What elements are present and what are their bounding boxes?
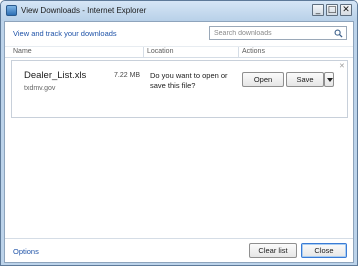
title-bar[interactable]: View Downloads - Internet Explorer _ □ ✕ <box>1 1 357 21</box>
download-item[interactable]: Dealer_List.xls 7.22 MB txdmv.gov Do you… <box>11 60 348 118</box>
clear-list-button[interactable]: Clear list <box>249 243 297 258</box>
search-input[interactable] <box>210 27 328 39</box>
options-link[interactable]: Options <box>13 247 39 256</box>
maximize-button[interactable]: □ <box>326 4 338 16</box>
download-prompt: Do you want to open or save this file? <box>150 71 228 90</box>
column-actions[interactable]: Actions <box>242 48 265 55</box>
ie-download-window: View Downloads - Internet Explorer _ □ ✕… <box>0 0 358 266</box>
open-button[interactable]: Open <box>242 72 284 87</box>
column-location[interactable]: Location <box>147 48 173 55</box>
download-source: txdmv.gov <box>24 85 56 92</box>
window-title: View Downloads - Internet Explorer <box>21 6 147 15</box>
close-button[interactable]: Close <box>301 243 347 258</box>
column-name[interactable]: Name <box>13 48 32 55</box>
column-header: Name Location Actions <box>5 46 353 58</box>
downloads-panel: View and track your downloads Name Locat… <box>4 21 354 263</box>
save-button[interactable]: Save <box>286 72 324 87</box>
download-size: 7.22 MB <box>114 72 141 79</box>
column-divider <box>238 47 239 58</box>
close-window-button[interactable]: ✕ <box>340 4 352 16</box>
dismiss-icon[interactable]: ✕ <box>339 62 345 70</box>
internet-explorer-icon <box>6 5 17 16</box>
download-filename: Dealer_List.xls <box>24 70 87 81</box>
chevron-down-icon <box>327 78 333 82</box>
column-divider <box>143 47 144 58</box>
save-options-dropdown[interactable] <box>324 72 334 87</box>
track-downloads-link[interactable]: View and track your downloads <box>13 29 117 38</box>
footer-bar: Options Clear list Close <box>5 238 353 262</box>
minimize-button[interactable]: _ <box>312 4 324 16</box>
search-icon[interactable] <box>334 29 343 38</box>
search-box[interactable] <box>209 26 347 40</box>
